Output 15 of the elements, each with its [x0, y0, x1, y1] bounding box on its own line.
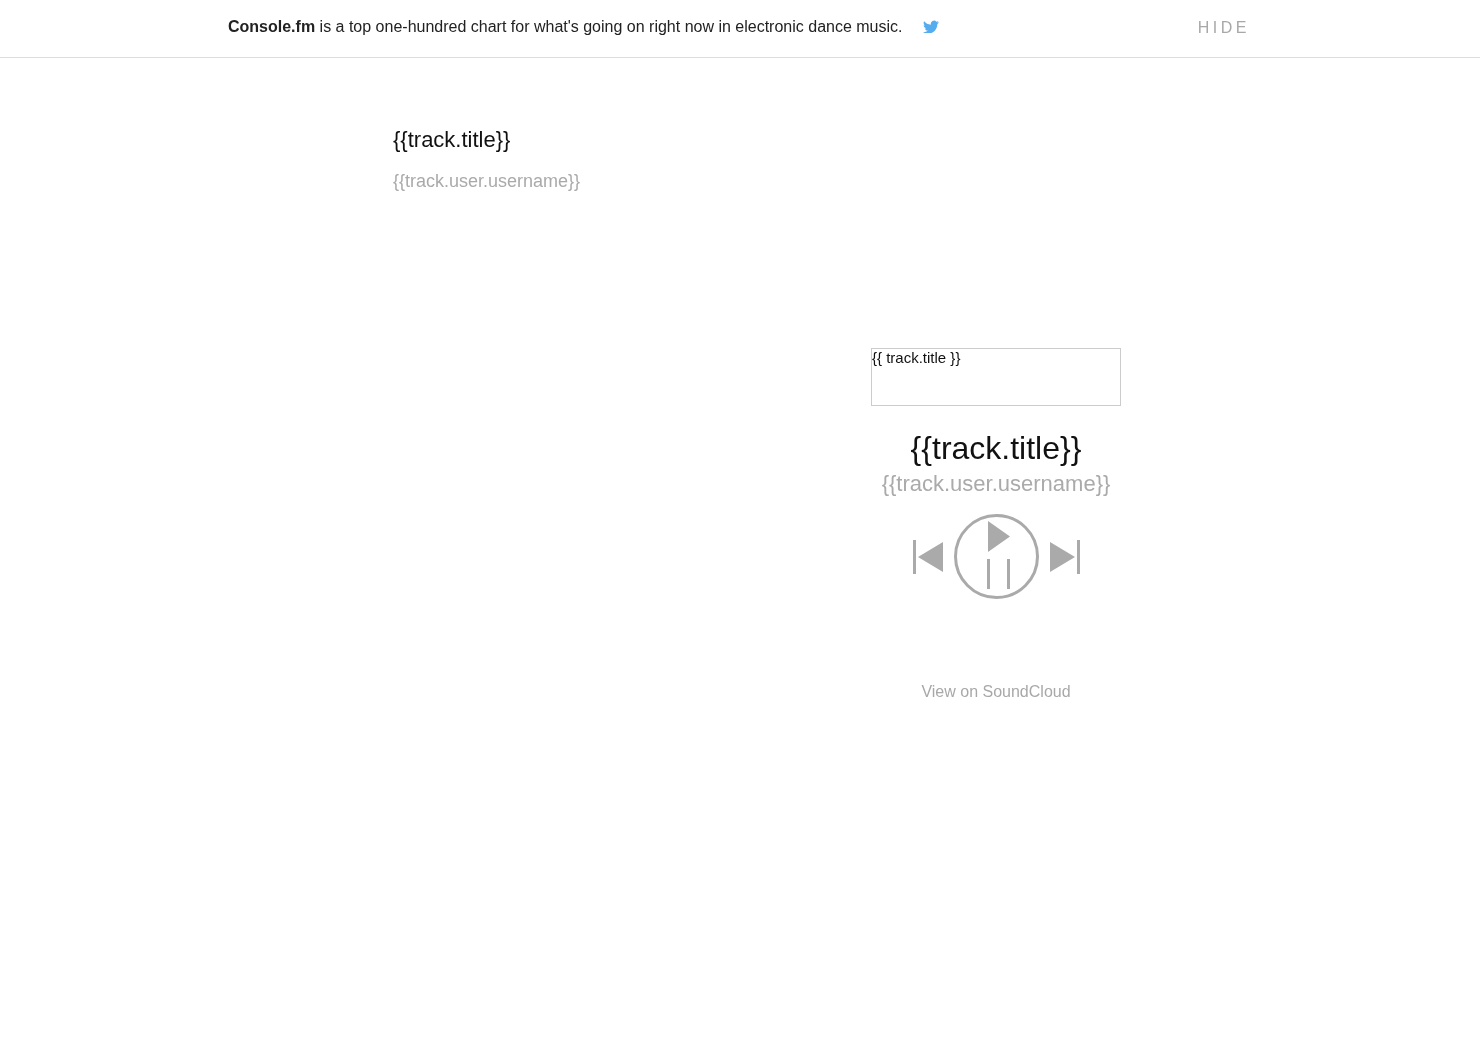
play-pause-button[interactable] — [953, 514, 1039, 599]
skip-forward-icon — [1049, 539, 1080, 574]
intro-text: Console.fm is a top one-hundred chart for what's going on right now in electronic dance music. — [228, 17, 903, 37]
artwork-frame: {{ track.title }} — [871, 348, 1121, 406]
play-pause-icon — [953, 514, 1039, 599]
soundcloud-link[interactable]: View on SoundCloud — [921, 680, 1071, 704]
bird-icon[interactable] — [922, 18, 939, 33]
previous-button[interactable] — [912, 539, 943, 574]
next-button[interactable] — [1049, 539, 1080, 574]
hide-button[interactable]: HIDE — [1197, 17, 1250, 38]
track-username: {{track.user.username}} — [881, 470, 1111, 498]
skip-back-icon — [912, 539, 943, 574]
track-title: {{track.title}} — [910, 429, 1082, 468]
track-username: {{track.user.username}} — [393, 170, 581, 193]
track-title: {{track.title}} — [393, 126, 511, 154]
